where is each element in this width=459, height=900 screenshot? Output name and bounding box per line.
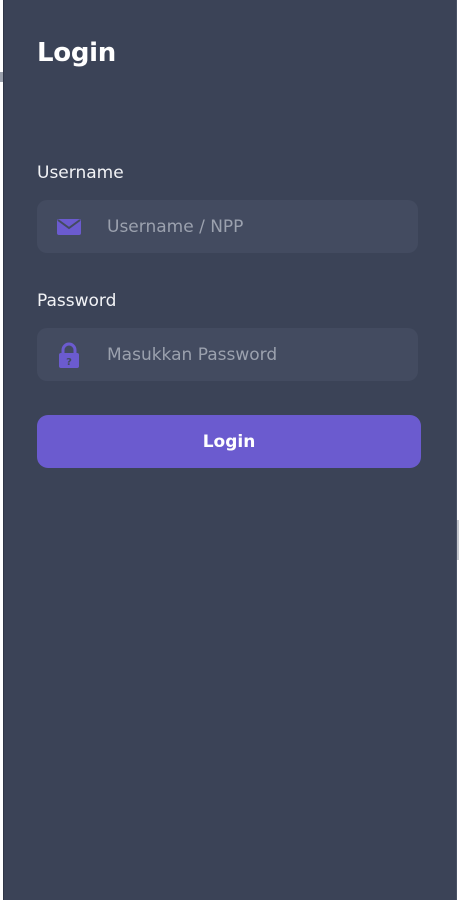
username-input[interactable]	[107, 200, 407, 253]
svg-text:?: ?	[66, 357, 72, 368]
lock-icon: ?	[55, 342, 83, 368]
login-panel: Login Username Password ? Login	[3, 0, 457, 900]
envelope-icon	[55, 214, 83, 240]
login-button[interactable]: Login	[37, 415, 421, 468]
password-label: Password	[37, 291, 117, 311]
password-input[interactable]	[107, 328, 407, 381]
page-title: Login	[37, 38, 116, 68]
username-label: Username	[37, 163, 124, 183]
username-field[interactable]	[37, 200, 418, 253]
password-field[interactable]: ?	[37, 328, 418, 381]
